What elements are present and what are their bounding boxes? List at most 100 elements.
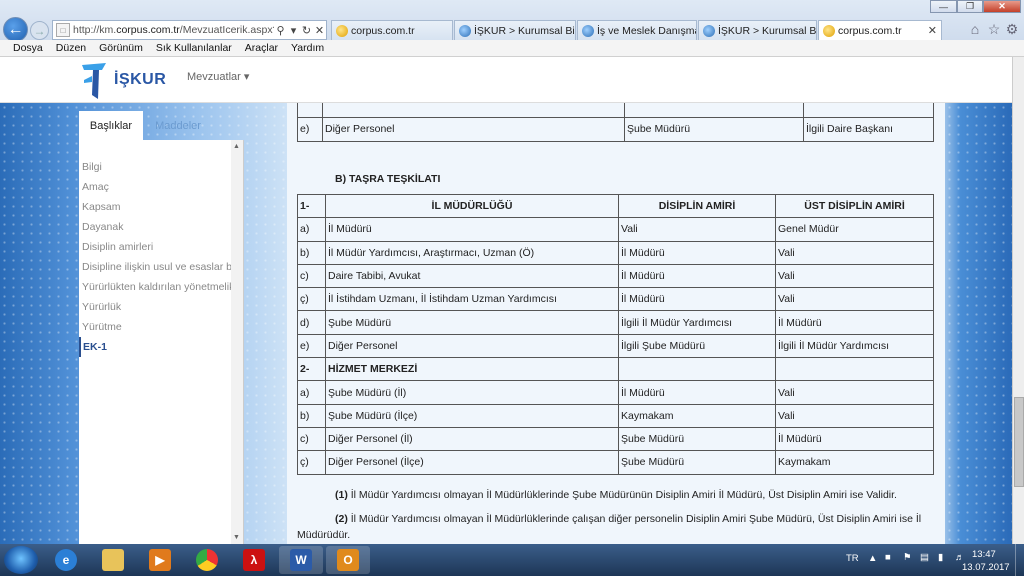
chrome-icon <box>196 549 218 571</box>
language-indicator[interactable]: TR <box>846 553 859 564</box>
home-icon[interactable]: ⌂ <box>966 20 984 38</box>
tab-3[interactable]: İş ve Meslek Danışmanlı... <box>577 20 697 40</box>
row-letter: a) <box>297 380 326 405</box>
row-personnel: Diğer Personel (İl) <box>325 426 619 452</box>
tab-basliklar[interactable]: Başlıklar <box>79 111 143 140</box>
row-amir: İl Müdürü <box>618 380 776 405</box>
menu-help[interactable]: Yardım <box>291 42 324 54</box>
row-amir: İl Müdürü <box>618 240 776 265</box>
scrollbar-thumb[interactable] <box>1014 397 1024 487</box>
sidebar-item-yururluk[interactable]: Yürürlük <box>79 297 231 317</box>
stop-icon[interactable]: ✕ <box>313 24 326 37</box>
sidebar-item-dayanak[interactable]: Dayanak <box>79 217 231 237</box>
forward-arrow-icon[interactable]: → <box>30 21 49 40</box>
site-header: İŞKUR Mevzuatlar ▾ <box>0 57 1024 103</box>
taskbar-explorer[interactable] <box>91 546 135 574</box>
table-row: a) Şube Müdürü (İl) İl Müdürü Vali <box>297 380 934 405</box>
tray-signal-icon[interactable]: ▮ <box>938 552 943 563</box>
menu-tools[interactable]: Araçlar <box>245 42 278 54</box>
sidebar-scrollbar[interactable]: ▲ ▼ <box>231 140 243 544</box>
row-letter: c) <box>297 263 326 289</box>
row-amir: Şube Müdürü <box>618 426 776 452</box>
mevzuatlar-label: Mevzuatlar <box>187 71 241 83</box>
header-ust-amir: ÜST DİSİPLİN AMİRİ <box>775 193 934 219</box>
sidebar-item-amac[interactable]: Amaç <box>79 177 231 197</box>
row-ust-amir: İlgili İl Müdür Yardımcısı <box>775 333 934 359</box>
row-letter: e) <box>297 117 323 142</box>
sidebar-item-ek-1[interactable]: EK-1 <box>79 337 231 357</box>
taskbar-media[interactable]: ▶ <box>138 546 182 574</box>
tab-4[interactable]: İŞKUR > Kurumsal Bilgi <box>698 20 817 40</box>
address-bar[interactable]: □ http://km.corpus.com.tr/MevzuatIcerik.… <box>52 20 327 40</box>
row-ust-amir: İl Müdürü <box>775 426 934 452</box>
row-personnel: Şube Müdürü <box>325 310 619 335</box>
mevzuatlar-menu[interactable]: Mevzuatlar ▾ <box>187 70 249 83</box>
scroll-down-icon[interactable]: ▼ <box>233 534 240 541</box>
iskur-logo-icon[interactable] <box>80 61 112 101</box>
favorites-star-icon[interactable]: ☆ <box>985 20 1003 38</box>
search-icon[interactable]: ⚲ <box>274 24 287 37</box>
row-personnel: Daire Tabibi, Avukat <box>325 263 619 289</box>
table-row: c) Daire Tabibi, Avukat İl Müdürü Vali <box>297 263 934 289</box>
scroll-up-icon[interactable]: ▲ <box>233 143 240 150</box>
table-section-row: 2- HİZMET MERKEZİ <box>297 357 934 382</box>
row-amir: Kaymakam <box>618 403 776 428</box>
outlook-icon: O <box>337 549 359 571</box>
row-ust-amir: Genel Müdür <box>775 217 934 242</box>
taskbar-chrome[interactable] <box>185 546 229 574</box>
clock-date[interactable]: 13.07.2017 <box>962 562 1010 573</box>
dropdown-icon[interactable]: ▾ <box>287 24 300 37</box>
tab-1[interactable]: corpus.com.tr <box>331 20 453 40</box>
section-title: B) TAŞRA TEŞKİLATI <box>335 173 441 185</box>
tray-arrow-icon[interactable]: ▲ <box>868 553 877 564</box>
tray-network-icon[interactable]: ▤ <box>920 552 929 563</box>
taskbar-outlook[interactable]: O <box>326 546 370 574</box>
internet-explorer-icon: e <box>55 549 77 571</box>
back-arrow-icon[interactable]: ← <box>3 17 28 42</box>
window-close-button[interactable]: ✕ <box>983 0 1021 13</box>
footnote-number: (2) <box>335 513 348 525</box>
menu-file[interactable]: Dosya <box>13 42 43 54</box>
row-letter: b) <box>297 403 326 428</box>
row-ust-amir: İl Müdürü <box>775 310 934 335</box>
clock-time[interactable]: 13:47 <box>972 549 996 560</box>
sidebar-item-kapsam[interactable]: Kapsam <box>79 197 231 217</box>
menu-favorites[interactable]: Sık Kullanılanlar <box>156 42 232 54</box>
page-scrollbar[interactable] <box>1012 57 1024 544</box>
footnote-text: İl Müdür Yardımcısı olmayan İl Müdürlükl… <box>350 489 897 501</box>
acrobat-icon: λ <box>243 549 265 571</box>
restore-button[interactable]: ❐ <box>957 0 983 13</box>
iskur-favicon-icon <box>582 24 594 37</box>
sidebar-item-disiplin-amirleri[interactable]: Disiplin amirleri <box>79 237 231 257</box>
taskbar-word[interactable]: W <box>279 546 323 574</box>
section-num: 2- <box>297 357 326 382</box>
tab-maddeler[interactable]: Maddeler <box>143 111 213 140</box>
start-button-icon[interactable] <box>4 546 38 574</box>
refresh-icon[interactable]: ↻ <box>300 24 313 37</box>
row-amir: İl Müdürü <box>618 263 776 289</box>
tab-2[interactable]: İŞKUR > Kurumsal Bilgi <box>454 20 576 40</box>
settings-gear-icon[interactable]: ⚙ <box>1003 20 1021 38</box>
taskbar-acrobat[interactable]: λ <box>232 546 276 574</box>
row-letter: c) <box>297 426 326 452</box>
row-ust-amir: Vali <box>775 380 934 405</box>
sidebar-item-yurutme[interactable]: Yürütme <box>79 317 231 337</box>
logo-text[interactable]: İŞKUR <box>114 71 166 89</box>
tab-close-icon[interactable]: ✕ <box>928 24 937 37</box>
tab-5-active[interactable]: corpus.com.tr ✕ <box>818 20 942 41</box>
table-top-fragment: e) Diğer Personel Şube Müdürü İlgili Dai… <box>297 103 934 142</box>
tray-app-icon[interactable]: ■ <box>885 552 891 563</box>
menu-edit[interactable]: Düzen <box>56 42 86 54</box>
footnote-number: (1) <box>335 489 348 501</box>
menu-view[interactable]: Görünüm <box>99 42 143 54</box>
minimize-button[interactable]: — <box>930 0 957 13</box>
taskbar-ie[interactable]: e <box>44 546 88 574</box>
row-personnel: İl İstihdam Uzmanı, İl İstihdam Uzman Ya… <box>325 287 619 312</box>
sidebar-item-usul-esaslar[interactable]: Disipline ilişkin usul ve esaslar bak <box>79 257 231 277</box>
show-desktop-button[interactable] <box>1015 544 1024 576</box>
tray-flag-icon[interactable]: ⚑ <box>903 552 912 563</box>
iskur-favicon-icon <box>459 24 471 37</box>
row-personnel: Diğer Personel <box>325 333 619 359</box>
sidebar-item-bilgi[interactable]: Bilgi <box>79 157 231 177</box>
sidebar-item-yururlukten-kaldirilan[interactable]: Yürürlükten kaldırılan yönetmelik <box>79 277 231 297</box>
